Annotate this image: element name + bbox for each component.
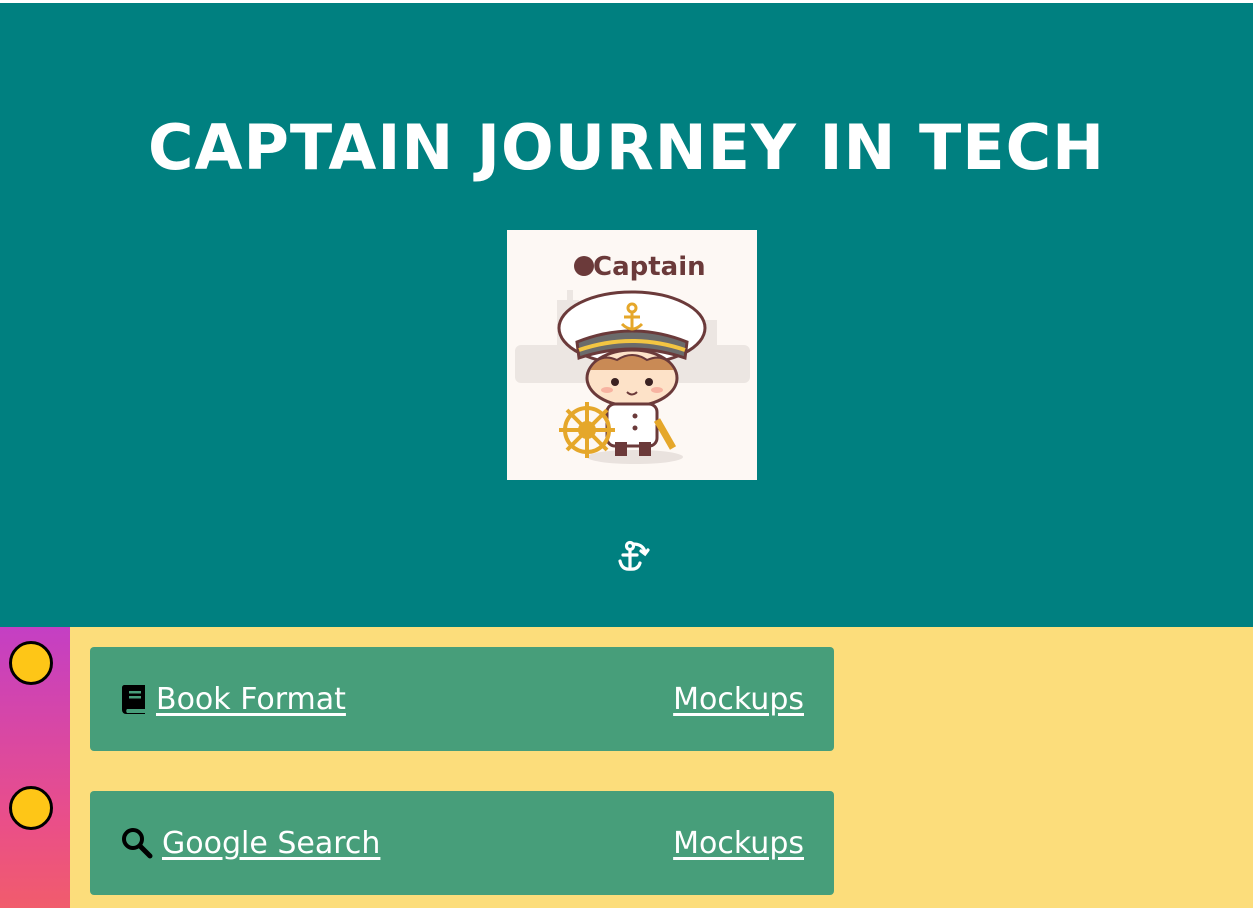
mockups-link[interactable]: Mockups — [673, 682, 804, 717]
timeline-dot — [9, 786, 53, 830]
anchor-icon — [618, 540, 650, 571]
projects-section: Book Format Mockups Google Search Mockup… — [0, 627, 1253, 908]
search-icon — [120, 826, 154, 860]
project-card-book-format: Book Format Mockups — [90, 647, 834, 751]
logo-wordmark: Captain — [593, 252, 706, 282]
book-icon — [120, 683, 148, 715]
hero-header: CAPTAIN JOURNEY IN TECH Captain — [0, 3, 1253, 627]
captain-logo: Captain — [507, 230, 757, 480]
timeline-bar — [0, 627, 70, 908]
page: CAPTAIN JOURNEY IN TECH Captain Book For… — [0, 0, 1253, 908]
captain-character-logo: Captain — [507, 230, 757, 480]
mockups-link[interactable]: Mockups — [673, 826, 804, 861]
scroll-down-button[interactable] — [615, 538, 651, 574]
timeline-dot — [9, 641, 53, 685]
project-title-link[interactable]: Google Search — [162, 826, 380, 861]
project-title-link[interactable]: Book Format — [156, 682, 346, 717]
site-title: CAPTAIN JOURNEY IN TECH — [147, 111, 1106, 184]
project-card-google-search: Google Search Mockups — [90, 791, 834, 895]
